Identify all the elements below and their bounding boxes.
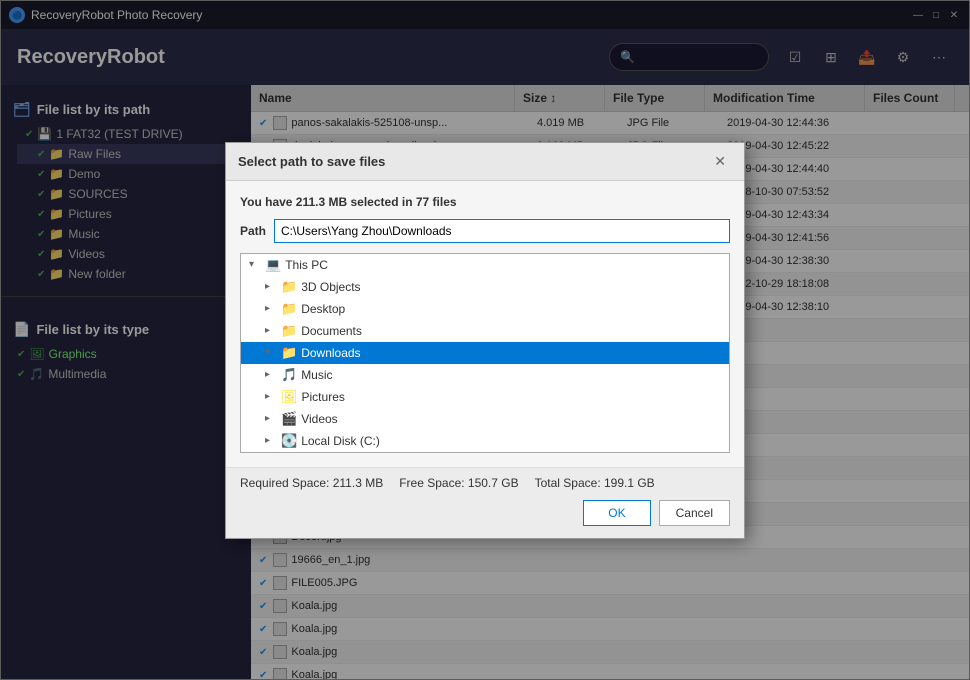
cancel-button[interactable]: Cancel — [659, 500, 730, 526]
dialog-info: You have 211.3 MB selected in 77 files — [240, 195, 730, 209]
dialog-title: Select path to save files — [238, 154, 385, 169]
dialog-buttons: OK Cancel — [240, 500, 730, 526]
folder-label: Desktop — [301, 302, 345, 316]
folder-icon: 📁 — [281, 301, 297, 317]
folder-tree-item[interactable]: ▸ 💽 Local Disk (D:) — [241, 452, 729, 453]
save-dialog: Select path to save files ✕ You have 211… — [225, 142, 745, 539]
folder-label: Documents — [301, 324, 362, 338]
folder-tree-item[interactable]: ▸ 📁 Documents — [241, 320, 729, 342]
dialog-close-button[interactable]: ✕ — [708, 151, 732, 172]
folder-label: Music — [301, 368, 332, 382]
folder-label: Downloads — [301, 346, 360, 360]
total-space: Total Space: 199.1 GB — [535, 476, 655, 490]
folder-icon: 💽 — [281, 433, 297, 449]
folder-tree-item[interactable]: ▸ 🖼 Pictures — [241, 386, 729, 408]
folder-tree-item[interactable]: ▸ 💽 Local Disk (C:) — [241, 430, 729, 452]
folder-icon: 🎬 — [281, 411, 297, 427]
expand-icon[interactable]: ▸ — [265, 391, 277, 402]
space-info: Required Space: 211.3 MB Free Space: 150… — [240, 476, 730, 490]
folder-tree-item[interactable]: ▾ 💻 This PC — [241, 254, 729, 276]
expand-icon[interactable]: ▸ — [265, 435, 277, 446]
dialog-titlebar: Select path to save files ✕ — [226, 143, 744, 181]
expand-icon[interactable]: ▸ — [265, 303, 277, 314]
path-label: Path — [240, 224, 266, 238]
folder-tree-item[interactable]: ▾ 📁 Downloads — [241, 342, 729, 364]
folder-tree-item[interactable]: ▸ 📁 Desktop — [241, 298, 729, 320]
folder-label: 3D Objects — [301, 280, 360, 294]
folder-tree-panel[interactable]: ▾ 💻 This PC ▸ 📁 3D Objects ▸ 📁 Desktop ▸… — [240, 253, 730, 453]
folder-icon: 🎵 — [281, 367, 297, 383]
folder-label: Pictures — [302, 390, 345, 404]
folder-icon: 📁 — [281, 279, 297, 295]
folder-icon: 📁 — [281, 345, 297, 361]
expand-icon[interactable]: ▾ — [265, 347, 277, 358]
expand-icon[interactable]: ▸ — [265, 413, 277, 424]
folder-tree-item[interactable]: ▸ 🎵 Music — [241, 364, 729, 386]
expand-icon[interactable]: ▸ — [265, 369, 277, 380]
folder-icon: 📁 — [281, 323, 297, 339]
expand-icon[interactable]: ▸ — [265, 281, 277, 292]
dialog-body: You have 211.3 MB selected in 77 files P… — [226, 181, 744, 467]
folder-label: This PC — [285, 258, 328, 272]
folder-label: Local Disk (C:) — [301, 434, 380, 448]
path-row: Path — [240, 219, 730, 243]
required-space: Required Space: 211.3 MB — [240, 476, 383, 490]
ok-button[interactable]: OK — [583, 500, 650, 526]
folder-tree-item[interactable]: ▸ 📁 3D Objects — [241, 276, 729, 298]
folder-label: Videos — [301, 412, 337, 426]
path-input[interactable] — [274, 219, 730, 243]
folder-icon: 🖼 — [281, 389, 298, 405]
folder-tree-item[interactable]: ▸ 🎬 Videos — [241, 408, 729, 430]
free-space: Free Space: 150.7 GB — [399, 476, 518, 490]
dialog-footer: Required Space: 211.3 MB Free Space: 150… — [226, 467, 744, 538]
folder-icon: 💻 — [265, 257, 281, 273]
dialog-overlay: Select path to save files ✕ You have 211… — [0, 0, 970, 680]
expand-icon[interactable]: ▸ — [265, 325, 277, 336]
expand-icon[interactable]: ▾ — [249, 259, 261, 270]
